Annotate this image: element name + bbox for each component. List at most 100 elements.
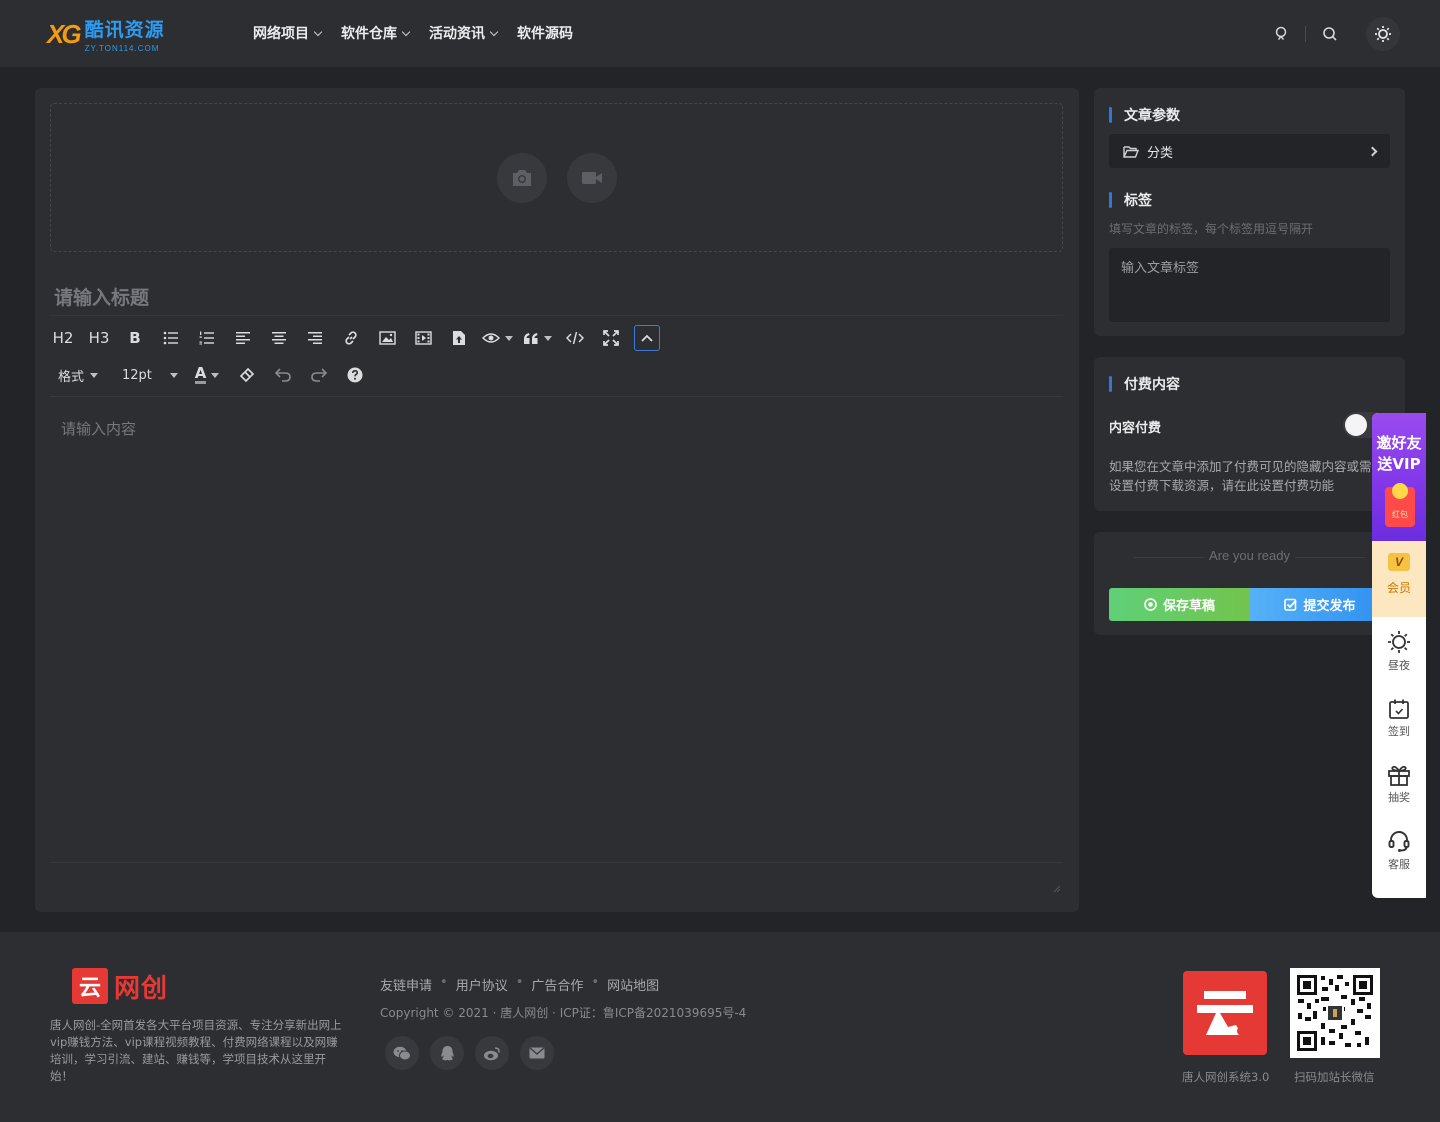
customer-service-button[interactable]: 客服 bbox=[1372, 829, 1426, 889]
heading-2-button[interactable]: H2 bbox=[50, 325, 76, 351]
content-placeholder: 请输入内容 bbox=[61, 420, 137, 438]
camera-button[interactable] bbox=[497, 153, 547, 203]
hide-content-icon[interactable] bbox=[482, 325, 513, 351]
nav-item-activity-news[interactable]: 活动资讯 bbox=[429, 22, 499, 44]
heading-3-button[interactable]: H3 bbox=[86, 325, 112, 351]
link-separator: • bbox=[591, 975, 600, 990]
chevron-right-icon bbox=[1367, 146, 1378, 156]
accent-bar bbox=[1109, 192, 1112, 208]
check-in-button[interactable]: 签到 bbox=[1372, 698, 1426, 758]
footer-link-sitemap[interactable]: 网站地图 bbox=[607, 975, 659, 994]
header-actions bbox=[1267, 17, 1400, 51]
collapse-toolbar-icon[interactable] bbox=[634, 325, 660, 351]
font-color-label: A bbox=[194, 364, 207, 384]
dropdown-caret-icon bbox=[505, 335, 513, 341]
qq-icon[interactable] bbox=[430, 1036, 464, 1070]
lottery-button[interactable]: 抽奖 bbox=[1372, 764, 1426, 824]
font-size-select[interactable]: 12pt bbox=[114, 362, 186, 388]
email-icon[interactable] bbox=[520, 1036, 554, 1070]
nav-item-network-projects[interactable]: 网络项目 bbox=[253, 22, 323, 44]
wechat-icon[interactable] bbox=[385, 1036, 419, 1070]
promo-text: 邀好友送VIP bbox=[1376, 434, 1422, 473]
gift-icon bbox=[1388, 765, 1410, 786]
video-insert-icon[interactable] bbox=[410, 325, 436, 351]
envelope-label: 红包 bbox=[1392, 510, 1408, 519]
footer-links: 友链申请 • 用户协议 • 广告合作 • 网站地图 bbox=[380, 975, 659, 994]
weibo-icon[interactable] bbox=[475, 1036, 509, 1070]
ready-text: Are you ready bbox=[1109, 548, 1390, 563]
nav-item-software-source[interactable]: 软件源码 bbox=[517, 22, 573, 44]
brand-caption: 唐人网创系统3.0 bbox=[1182, 1070, 1270, 1084]
editor-toolbar-row-1: H2 H3 B bbox=[50, 320, 1063, 356]
footer-link-friend[interactable]: 友链申请 bbox=[380, 975, 432, 994]
footer-link-ads[interactable]: 广告合作 bbox=[531, 975, 583, 994]
align-right-icon[interactable] bbox=[302, 325, 328, 351]
sun-icon bbox=[1388, 631, 1410, 653]
quote-icon[interactable] bbox=[523, 325, 552, 351]
editor-panel: H2 H3 B 格式 12pt A 请输入内容 bbox=[35, 88, 1079, 912]
title-input[interactable] bbox=[50, 280, 1063, 316]
chevron-down-icon bbox=[489, 27, 499, 36]
save-draft-button[interactable]: 保存草稿 bbox=[1109, 588, 1250, 621]
search-icon[interactable] bbox=[1316, 20, 1344, 48]
user-icon[interactable] bbox=[1267, 20, 1295, 48]
resize-grip-icon[interactable] bbox=[1051, 878, 1061, 893]
chevron-down-icon bbox=[313, 27, 323, 36]
dropdown-caret-icon bbox=[170, 372, 179, 378]
check-square-icon bbox=[1284, 598, 1298, 611]
nav-item-software-repo[interactable]: 软件仓库 bbox=[341, 22, 411, 44]
tags-input[interactable] bbox=[1109, 248, 1390, 322]
footer-link-agreement[interactable]: 用户协议 bbox=[456, 975, 508, 994]
folder-open-icon bbox=[1123, 145, 1139, 158]
section-title: 付费内容 bbox=[1109, 374, 1180, 394]
vip-label: 会员 bbox=[1386, 581, 1411, 595]
day-night-toggle[interactable]: 昼夜 bbox=[1372, 630, 1426, 690]
submit-publish-button[interactable]: 提交发布 bbox=[1250, 588, 1390, 621]
site-logo[interactable]: XG 酷讯资源 ZY.TON114.COM bbox=[47, 15, 165, 54]
red-envelope-icon: 红包 bbox=[1385, 483, 1415, 527]
brand-logo-image bbox=[1183, 971, 1267, 1055]
wechat-qr-code bbox=[1290, 968, 1380, 1058]
content-editor[interactable]: 请输入内容 bbox=[50, 408, 1063, 863]
logo-text: 酷讯资源 ZY.TON114.COM bbox=[85, 15, 165, 53]
save-icon bbox=[1144, 598, 1157, 611]
bold-button[interactable]: B bbox=[122, 325, 148, 351]
top-header: XG 酷讯资源 ZY.TON114.COM 网络项目 软件仓库 活动资讯 软件源… bbox=[0, 0, 1440, 67]
undo-icon[interactable] bbox=[270, 362, 296, 388]
floating-toolbar: 邀好友送VIP 红包 V 会员 昼夜 签到 抽奖 客服 bbox=[1372, 413, 1426, 898]
coin-icon bbox=[1392, 483, 1408, 499]
tags-title: 标签 bbox=[1124, 193, 1152, 209]
paid-toggle-label: 内容付费 bbox=[1109, 421, 1162, 436]
help-icon[interactable] bbox=[342, 362, 368, 388]
image-icon[interactable] bbox=[374, 325, 400, 351]
footer-copyright: Copyright © 2021 · 唐人网创 · ICP证：鲁ICP备2021… bbox=[380, 1006, 747, 1020]
footer-logo-mark: 云 bbox=[72, 968, 108, 1004]
invite-promo-banner[interactable]: 邀好友送VIP 红包 bbox=[1372, 413, 1426, 541]
eraser-icon[interactable] bbox=[234, 362, 260, 388]
format-select[interactable]: 格式 bbox=[50, 362, 106, 388]
calendar-icon bbox=[1389, 699, 1409, 719]
nav-label: 软件仓库 bbox=[341, 26, 397, 42]
bullet-list-icon[interactable] bbox=[158, 325, 184, 351]
nav-label: 软件源码 bbox=[517, 26, 573, 42]
align-center-icon[interactable] bbox=[266, 325, 292, 351]
numbered-list-icon[interactable] bbox=[194, 325, 220, 351]
code-icon[interactable] bbox=[562, 325, 588, 351]
file-upload-icon[interactable] bbox=[446, 325, 472, 351]
link-separator: • bbox=[515, 975, 524, 990]
font-color-button[interactable]: A bbox=[194, 362, 220, 388]
vip-member-button[interactable]: V 会员 bbox=[1372, 541, 1426, 617]
redo-icon[interactable] bbox=[306, 362, 332, 388]
align-left-icon[interactable] bbox=[230, 325, 256, 351]
cover-upload-area[interactable] bbox=[50, 103, 1063, 252]
theme-toggle-button[interactable] bbox=[1366, 17, 1400, 51]
publish-card: Are you ready 保存草稿 提交发布 bbox=[1094, 532, 1405, 635]
link-icon[interactable] bbox=[338, 325, 364, 351]
headset-icon bbox=[1388, 831, 1410, 852]
category-selector[interactable]: 分类 bbox=[1109, 134, 1390, 168]
float-item-label: 客服 bbox=[1388, 858, 1410, 871]
video-button[interactable] bbox=[567, 153, 617, 203]
logo-mark: XG bbox=[47, 18, 82, 49]
nav-label: 网络项目 bbox=[253, 26, 309, 42]
fullscreen-icon[interactable] bbox=[598, 325, 624, 351]
